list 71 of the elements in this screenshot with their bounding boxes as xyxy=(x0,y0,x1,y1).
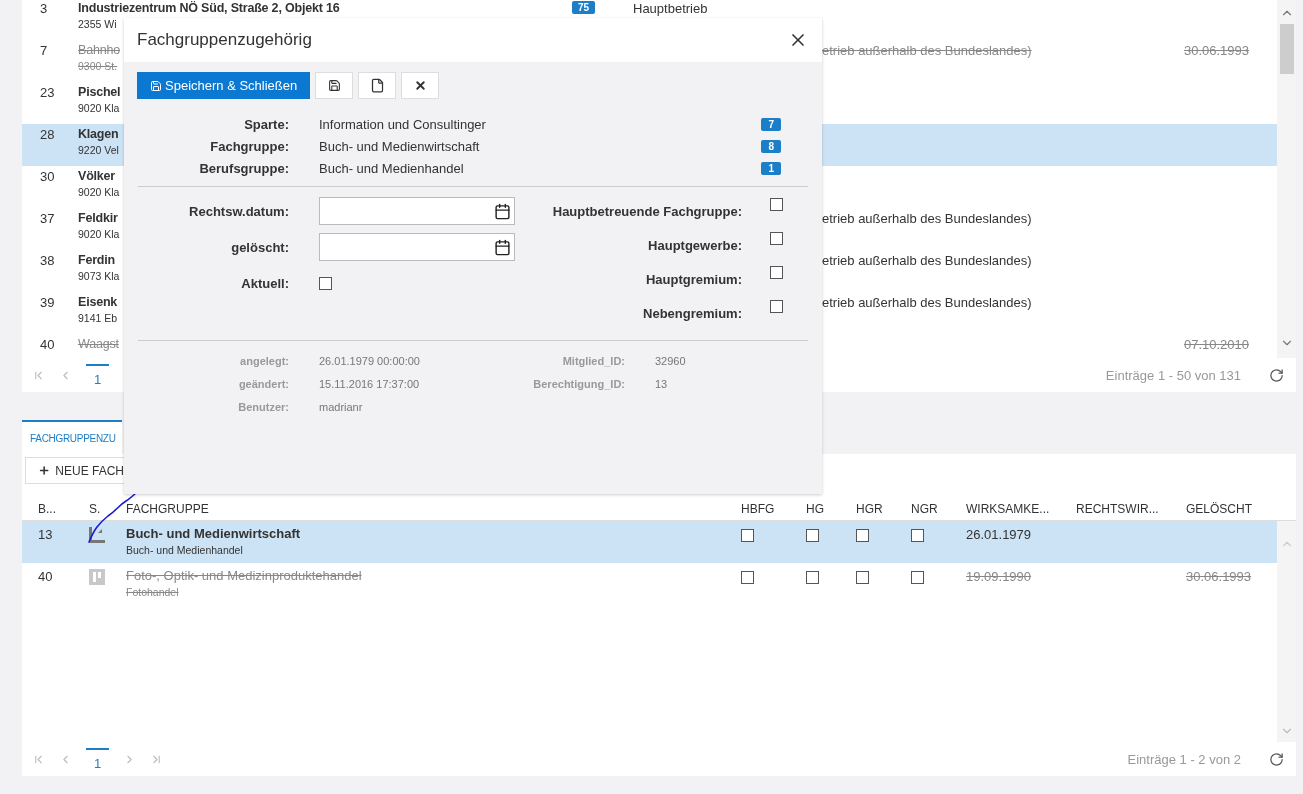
entries-summary: Einträge 1 - 50 von 131 xyxy=(1105,367,1241,383)
field-value: Buch- und Medienwirtschaft xyxy=(319,139,481,154)
table-cell-text: etrieb außerhalb des Bundeslandes) xyxy=(822,252,1032,268)
meta-label: angelegt: xyxy=(239,355,289,367)
row-title: Industriezentrum NÖ Süd, Straße 2, Objekt 16 xyxy=(78,1,340,15)
row-title: Buch- und Medienwirtschaft xyxy=(126,526,301,541)
row-address: 9141 Eb xyxy=(78,312,118,324)
field-label: Fachgruppe: xyxy=(209,139,289,154)
table-cell-text: etrieb außerhalb des Bundeslandes) xyxy=(822,210,1032,226)
row-title: Feldkir xyxy=(78,211,118,225)
table-cell-text: 07.10.2010 xyxy=(1183,336,1250,352)
meta-value: 32960 xyxy=(655,355,687,367)
row-number: 37 xyxy=(39,210,56,226)
row-number: 38 xyxy=(39,252,56,268)
field-label: Nebengremium: xyxy=(643,305,742,321)
table-cell-text: 30.06.1993 xyxy=(1183,42,1250,58)
meta-label: Benutzer: xyxy=(237,401,289,413)
row-title: Ferdin xyxy=(78,253,115,267)
field-label: gelöscht: xyxy=(230,239,289,255)
meta-label: geändert: xyxy=(237,378,289,390)
row-title: Völker xyxy=(78,169,115,183)
field-label: Hauptgewerbe: xyxy=(648,237,742,253)
row-number: 7 xyxy=(39,42,49,58)
field-value: Buch- und Medienhandel xyxy=(319,161,465,176)
row-title: Pischel xyxy=(78,85,121,99)
row-number: 13 xyxy=(38,526,54,542)
row-title: Eisenk xyxy=(78,295,118,309)
row-title: Waagst xyxy=(78,337,119,351)
field-label: Hauptgremium: xyxy=(645,271,742,287)
meta-value: 26.01.1979 00:00:00 xyxy=(319,355,421,367)
table-cell: Hauptbetrieb xyxy=(633,0,708,16)
count-badge: 1 xyxy=(761,162,781,175)
field-label: Berufsgruppe: xyxy=(198,161,289,176)
table-cell-text: 26.01.1979 xyxy=(966,526,1032,542)
row-number: 40 xyxy=(39,336,56,352)
row-number: 28 xyxy=(39,126,56,142)
table-cell-text: etrieb außerhalb des Bundeslandes) xyxy=(822,294,1032,310)
row-number: 40 xyxy=(38,568,54,584)
row-number: 23 xyxy=(39,84,56,100)
row-address: 9073 Kla xyxy=(78,270,120,282)
entries-summary: Einträge 1 - 2 von 2 xyxy=(1127,751,1241,767)
row-address: 9020 Kla xyxy=(78,102,120,114)
row-number: 30 xyxy=(39,168,56,184)
row-number: 39 xyxy=(39,294,56,310)
row-address: 9300 St. xyxy=(78,60,118,72)
field-value: Information und Consultinger xyxy=(319,117,487,132)
row-address: 9220 Vel xyxy=(78,144,119,156)
row-subtitle: Buch- und Medienhandel xyxy=(126,544,243,556)
row-address: 9020 Kla xyxy=(78,186,120,198)
row-subtitle: Fotohandel xyxy=(126,586,179,598)
row-address: 2355 Wi xyxy=(78,18,117,30)
field-label: Sparte: xyxy=(243,117,289,132)
meta-value: madrianr xyxy=(319,401,364,413)
field-label: Aktuell: xyxy=(240,275,289,291)
table-cell-text: 30.06.1993 xyxy=(1186,568,1252,584)
row-address: 9020 Kla xyxy=(78,228,120,240)
meta-label: Mitglied_ID: xyxy=(561,355,625,367)
row-title: Foto-, Optik- und Medizinproduktehandel xyxy=(126,568,362,583)
meta-value: 13 xyxy=(655,378,669,390)
count-badge: 75 xyxy=(572,1,596,14)
count-badge: 7 xyxy=(761,118,781,131)
row-title: Bahnho xyxy=(78,43,120,57)
field-label: Rechtsw.datum: xyxy=(188,203,289,219)
row-number: 3 xyxy=(39,0,49,16)
meta-value: 15.11.2016 17:37:00 xyxy=(319,378,421,390)
field-label: Hauptbetreuende Fachgruppe: xyxy=(552,203,742,219)
count-badge: 8 xyxy=(761,140,781,153)
table-cell-text: 19.09.1990 xyxy=(966,568,1032,584)
row-title: Klagen xyxy=(78,127,119,141)
meta-label: Berechtigung_ID: xyxy=(532,378,625,390)
table-cell-text: etrieb außerhalb des Bundeslandes) xyxy=(822,42,1032,58)
